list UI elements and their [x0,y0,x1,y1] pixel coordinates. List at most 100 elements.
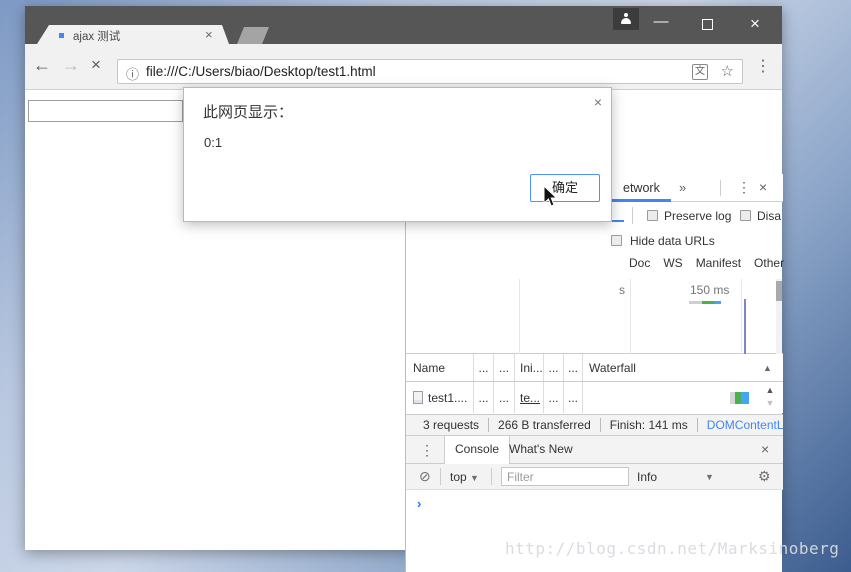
summary-dcl-link[interactable]: DOMContentLoad... [696,418,783,432]
request-cell: ... [563,382,582,413]
more-tabs-icon[interactable]: » [679,180,686,195]
dialog-ok-button[interactable]: 确定 [530,174,600,202]
devtools-close-icon[interactable]: × [759,179,767,195]
summary-finish: Finish: 141 ms [599,418,697,432]
network-summary-bar: 3 requests 266 B transferred Finish: 141… [406,414,783,436]
disable-cache-label[interactable]: Disa [757,209,781,223]
request-cell: ... [493,382,514,413]
network-request-table: Name ... ... Ini... ... ... Waterfall ▲ … [406,354,783,414]
new-tab-button[interactable] [237,27,269,44]
request-name[interactable]: test1.... [428,391,467,405]
console-filter-input[interactable] [501,467,629,486]
col-waterfall[interactable]: Waterfall [582,354,758,381]
request-type-filters: Doc WS Manifest Other [629,256,784,279]
filter-other[interactable]: Other [754,256,784,279]
filter-ws[interactable]: WS [663,256,682,279]
person-icon [620,13,632,25]
log-level-selector[interactable]: Info [637,470,657,484]
hide-data-urls-label[interactable]: Hide data URLs [630,234,715,248]
filter-input-stub[interactable] [612,220,624,222]
dialog-title: 此网页显示： [203,104,294,121]
browser-tab[interactable]: ajax 测试 × [37,25,229,44]
tab-title: ajax 测试 [73,31,121,43]
desktop: ajax 测试 × — × ← → × ⓘ file:///C:/Users/b… [0,0,851,572]
console-prompt-chevron[interactable]: › [417,496,421,511]
overview-waterfall-bar [689,301,721,304]
timeline-scrollbar[interactable] [776,279,782,354]
context-selector[interactable]: top ▼ [450,470,479,484]
profile-button[interactable] [613,8,639,30]
bookmark-star-icon[interactable]: ☆ [721,62,734,80]
browser-menu-icon[interactable]: ⋮ [755,56,771,76]
url-text[interactable]: file:///C:/Users/biao/Desktop/test1.html [146,64,376,79]
tab-network[interactable]: etwork [623,181,660,195]
browser-toolbar: ← → × ⓘ file:///C:/Users/biao/Desktop/te… [25,44,782,90]
timeline-tick-150ms: 150 ms [690,283,730,297]
scrollbar-thumb[interactable] [776,281,782,301]
drawer-close-icon[interactable]: × [761,441,769,457]
scroll-up-icon[interactable]: ▲ [766,385,775,395]
chevron-down-icon[interactable]: ▼ [705,472,714,482]
console-toolbar: ⊘ top ▼ Info ▼ ⚙ [406,464,783,490]
divider [440,468,441,485]
timeline-gridline [630,279,631,354]
dom-content-loaded-marker [744,299,746,354]
page-text-input[interactable] [28,100,183,122]
translate-icon[interactable]: 文 [692,64,708,80]
col-6[interactable]: ... [563,354,582,381]
devtools-panel: etwork » ⋮ × Preserve log Disa Hide data… [405,174,784,572]
console-drawer-tabbar: ⋮ Console What's New × [406,436,783,464]
summary-transferred: 266 B transferred [488,418,600,432]
divider [632,207,633,224]
timeline-gridline [519,279,520,354]
forward-icon[interactable]: → [62,55,80,76]
minimize-button[interactable]: — [647,12,675,36]
tab-favicon [59,33,64,38]
filter-manifest[interactable]: Manifest [696,256,741,279]
watermark-text: http://blog.csdn.net/Marksinoberg [505,539,840,558]
stop-icon[interactable]: × [91,55,101,75]
preserve-log-label[interactable]: Preserve log [664,209,731,223]
mouse-cursor [543,185,558,207]
request-cell: ... [543,382,563,413]
clear-console-icon[interactable]: ⊘ [419,468,431,485]
col-initiator[interactable]: Ini... [514,354,543,381]
divider [720,180,721,196]
col-2[interactable]: ... [473,354,493,381]
col-name[interactable]: Name [406,354,473,381]
chevron-down-icon: ▼ [470,473,479,483]
devtools-menu-icon[interactable]: ⋮ [737,179,751,196]
table-row[interactable]: test1.... ... ... te... ... ... ▲ ▼ [406,382,783,413]
preserve-log-checkbox[interactable] [647,210,658,221]
tab-whats-new[interactable]: What's New [509,442,573,456]
request-cell: ... [473,382,493,413]
maximize-icon [701,19,713,30]
tab-close-icon[interactable]: × [205,27,213,42]
table-header-row[interactable]: Name ... ... Ini... ... ... Waterfall ▲ [406,354,783,382]
dialog-close-icon[interactable]: × [594,94,602,110]
page-info-icon[interactable]: ⓘ [126,64,139,83]
sort-asc-icon[interactable]: ▲ [763,363,772,373]
tab-console[interactable]: Console [444,436,511,464]
maximize-button[interactable] [693,12,721,36]
summary-requests: 3 requests [423,418,480,432]
timeline-gridline [741,279,742,354]
scroll-down-icon[interactable]: ▼ [766,398,775,408]
hide-data-urls-checkbox[interactable] [611,235,622,246]
request-initiator-link[interactable]: te... [520,391,540,405]
filter-doc[interactable]: Doc [629,256,650,279]
network-overview-timeline[interactable]: s 150 ms [406,279,783,354]
console-settings-gear-icon[interactable]: ⚙ [758,468,771,485]
table-scrollbar[interactable]: ▲ ▼ [759,384,781,410]
timeline-tick-partial: s [619,283,625,297]
request-waterfall-bar [730,392,749,404]
drawer-menu-icon[interactable]: ⋮ [420,442,434,459]
col-3[interactable]: ... [493,354,514,381]
address-bar[interactable]: ⓘ file:///C:/Users/biao/Desktop/test1.ht… [117,59,743,84]
window-close-button[interactable]: × [741,12,769,36]
browser-titlebar: ajax 测试 × — × [25,6,782,44]
disable-cache-checkbox[interactable] [740,210,751,221]
dialog-message: 0:1 [204,135,223,150]
back-icon[interactable]: ← [33,55,51,76]
col-5[interactable]: ... [543,354,563,381]
